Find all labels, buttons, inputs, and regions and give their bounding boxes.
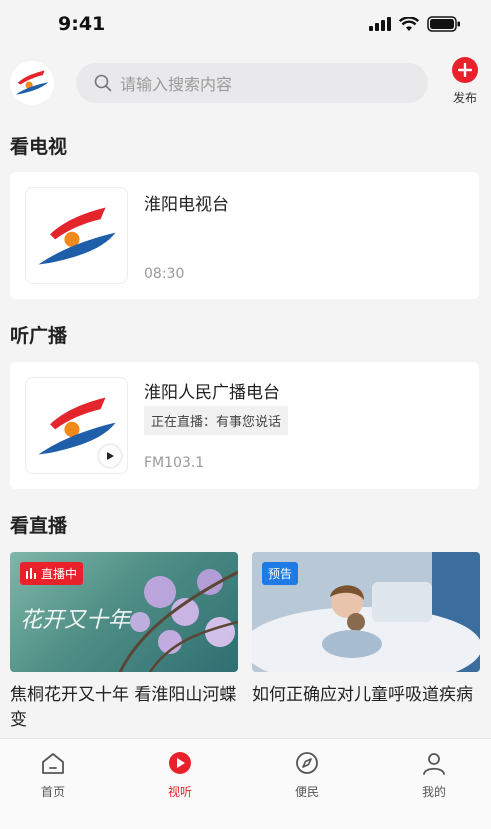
radio-frequency: FM103.1 <box>144 455 205 471</box>
search-placeholder: 请输入搜索内容 <box>120 75 233 94</box>
tab-home[interactable]: 首页 <box>18 751 88 800</box>
tab-home-label: 首页 <box>40 785 65 799</box>
status-icons <box>369 16 461 32</box>
now-playing-tag: 正在直播：有事您说话 <box>144 406 289 435</box>
station-logo-avatar[interactable] <box>10 61 54 105</box>
plus-icon <box>452 57 478 83</box>
live-video-thumbnail: 花开又十年 直播中 <box>10 552 238 672</box>
tab-media-label: 视听 <box>167 785 192 799</box>
preview-badge: 预告 <box>262 562 299 585</box>
station-logo-icon <box>15 70 49 95</box>
live-badge-label: 直播中 <box>41 567 78 581</box>
status-time: 9:41 <box>58 13 106 35</box>
live-bars-icon <box>26 568 36 579</box>
tab-profile[interactable]: 我的 <box>399 751 469 800</box>
search-icon <box>94 74 112 92</box>
play-icon <box>169 752 191 774</box>
live-badge: 直播中 <box>20 562 84 585</box>
wifi-icon <box>399 16 419 31</box>
tv-station-time: 08:30 <box>144 266 185 282</box>
tab-profile-label: 我的 <box>421 785 446 799</box>
poster-title: 花开又十年 <box>20 608 132 633</box>
play-icon[interactable] <box>99 445 121 467</box>
live-video-title: 焦桐花开又十年 看淮阳山河蝶变 <box>10 685 237 730</box>
section-title-radio: 听广播 <box>10 325 68 347</box>
tv-station-thumbnail <box>25 187 128 284</box>
publish-label: 发布 <box>452 91 477 105</box>
signal-icon <box>369 17 391 31</box>
publish-button[interactable]: 发布 <box>446 57 484 106</box>
tab-services-label: 便民 <box>294 785 319 799</box>
home-icon <box>42 753 64 774</box>
status-bar: 9:41 <box>0 0 491 50</box>
station-logo-icon <box>37 206 116 265</box>
header: 请输入搜索内容 发布 <box>0 55 491 110</box>
battery-icon <box>427 16 460 32</box>
preview-video-card[interactable]: 预告 如何正确应对儿童呼吸道疾病 <box>252 552 480 708</box>
person-icon <box>423 753 445 775</box>
tab-services[interactable]: 便民 <box>272 751 342 800</box>
search-bar[interactable]: 请输入搜索内容 <box>76 63 428 103</box>
preview-video-thumbnail: 预告 <box>252 552 480 672</box>
tv-station-card[interactable]: 淮阳电视台 08:30 <box>10 172 479 299</box>
tab-media[interactable]: 视听 <box>145 751 215 800</box>
compass-icon <box>296 752 318 774</box>
bottom-tab-bar: 首页 视听 便民 我的 <box>0 738 491 829</box>
radio-station-card[interactable]: 淮阳人民广播电台 正在直播：有事您说话 FM103.1 <box>10 362 479 489</box>
live-video-card[interactable]: 花开又十年 直播中 焦桐花开又十年 看淮阳山河蝶变 <box>10 552 238 733</box>
section-title-live: 看直播 <box>10 515 68 537</box>
radio-station-title: 淮阳人民广播电台 <box>144 383 280 403</box>
section-title-tv: 看电视 <box>10 136 68 158</box>
radio-station-thumbnail <box>25 377 128 474</box>
preview-video-title: 如何正确应对儿童呼吸道疾病 <box>252 685 473 705</box>
tv-station-title: 淮阳电视台 <box>144 195 229 215</box>
